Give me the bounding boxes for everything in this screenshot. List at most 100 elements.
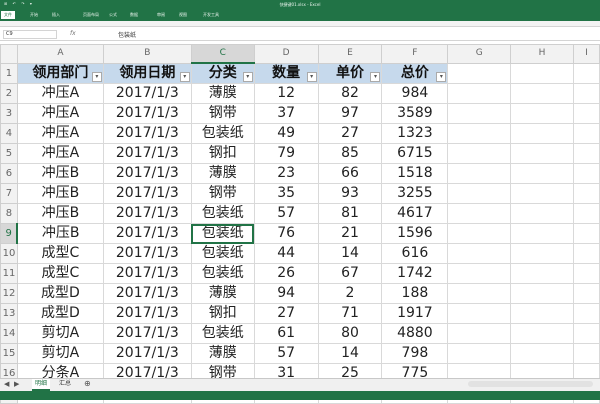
empty-cell[interactable]	[447, 243, 512, 264]
tab-home[interactable]: 开始	[30, 12, 38, 18]
table-cell[interactable]: 冲压B	[16, 203, 104, 224]
add-sheet-icon[interactable]: ⊕	[84, 379, 91, 388]
table-cell[interactable]: 80	[317, 323, 383, 344]
empty-cell[interactable]	[447, 283, 512, 304]
empty-cell[interactable]	[510, 62, 574, 84]
table-cell[interactable]: 35	[253, 183, 319, 204]
row-header[interactable]: 13	[0, 303, 18, 324]
column-header[interactable]: A	[16, 44, 104, 64]
empty-cell[interactable]	[510, 163, 574, 184]
table-cell[interactable]: 14	[317, 343, 383, 364]
table-cell[interactable]: 冲压A	[16, 83, 104, 104]
empty-cell[interactable]	[510, 243, 574, 264]
row-header[interactable]: 9	[0, 223, 19, 244]
table-cell[interactable]: 4880	[381, 323, 449, 344]
table-cell[interactable]: 薄膜	[190, 343, 255, 364]
table-cell[interactable]: 27	[253, 303, 319, 324]
table-cell[interactable]: 6715	[381, 143, 449, 164]
row-header[interactable]: 3	[0, 103, 18, 124]
table-cell[interactable]: 1596	[381, 223, 449, 244]
table-cell[interactable]: 2017/1/3	[102, 83, 192, 104]
empty-cell[interactable]	[572, 243, 600, 264]
empty-cell[interactable]	[510, 283, 574, 304]
table-cell[interactable]: 57	[253, 203, 319, 224]
table-cell[interactable]: 67	[317, 263, 383, 284]
empty-cell[interactable]	[510, 203, 574, 224]
table-cell[interactable]: 钢扣	[190, 303, 255, 324]
empty-cell[interactable]	[447, 103, 512, 124]
table-cell[interactable]: 1518	[381, 163, 449, 184]
fx-icon[interactable]: fx	[70, 30, 76, 37]
table-cell[interactable]: 61	[253, 323, 319, 344]
table-cell[interactable]: 188	[381, 283, 449, 304]
tab-review[interactable]: 审阅	[157, 12, 165, 18]
empty-cell[interactable]	[447, 123, 512, 144]
row-header[interactable]: 10	[0, 243, 18, 264]
table-header-cell[interactable]: 总价 ▾	[381, 62, 449, 84]
row-header[interactable]: 14	[0, 323, 18, 344]
row-header[interactable]: 4	[0, 123, 18, 144]
empty-cell[interactable]	[510, 183, 574, 204]
filter-dropdown-icon[interactable]: ▾	[436, 72, 447, 82]
table-cell[interactable]: 14	[317, 243, 383, 264]
row-header[interactable]: 5	[0, 143, 18, 164]
table-cell[interactable]: 12	[253, 83, 319, 104]
filter-dropdown-icon[interactable]: ▾	[306, 72, 317, 82]
table-cell[interactable]: 26	[253, 263, 319, 284]
table-cell[interactable]: 3589	[381, 103, 449, 124]
sheet-tab-huizong[interactable]: 汇总	[56, 379, 75, 389]
empty-cell[interactable]	[447, 223, 512, 244]
table-cell[interactable]: 钢带	[190, 103, 255, 124]
filter-dropdown-icon[interactable]: ▾	[370, 72, 381, 82]
empty-cell[interactable]	[510, 323, 574, 344]
table-cell[interactable]: 81	[317, 203, 383, 224]
empty-cell[interactable]	[510, 223, 574, 244]
row-header[interactable]: 7	[0, 183, 18, 204]
row-header[interactable]: 2	[0, 83, 18, 104]
table-cell[interactable]: 包装纸	[190, 223, 255, 244]
row-header[interactable]: 1	[0, 62, 18, 84]
table-cell[interactable]: 97	[317, 103, 383, 124]
row-header[interactable]: 11	[0, 263, 18, 284]
table-cell[interactable]: 冲压A	[16, 143, 104, 164]
row-header[interactable]: 6	[0, 163, 18, 184]
empty-cell[interactable]	[510, 103, 574, 124]
row-header[interactable]: 8	[0, 203, 18, 224]
empty-cell[interactable]	[572, 343, 600, 364]
formula-input[interactable]: 包装纸	[118, 30, 136, 39]
table-header-cell[interactable]: 数量 ▾	[253, 62, 319, 84]
empty-cell[interactable]	[510, 143, 574, 164]
column-header[interactable]: B	[102, 44, 192, 64]
table-cell[interactable]: 1742	[381, 263, 449, 284]
empty-cell[interactable]	[572, 303, 600, 324]
table-header-cell[interactable]: 分类 ▾	[190, 62, 255, 84]
empty-cell[interactable]	[572, 183, 600, 204]
table-cell[interactable]: 剪切A	[16, 323, 104, 344]
table-cell[interactable]: 616	[381, 243, 449, 264]
table-cell[interactable]: 57	[253, 343, 319, 364]
table-cell[interactable]: 93	[317, 183, 383, 204]
table-cell[interactable]: 2017/1/3	[102, 263, 192, 284]
table-cell[interactable]: 薄膜	[190, 83, 255, 104]
table-cell[interactable]: 1323	[381, 123, 449, 144]
table-cell[interactable]: 冲压B	[16, 183, 104, 204]
empty-cell[interactable]	[510, 83, 574, 104]
filter-dropdown-icon[interactable]: ▾	[91, 72, 102, 82]
row-header[interactable]: 15	[0, 343, 18, 364]
table-cell[interactable]: 冲压B	[16, 163, 104, 184]
empty-cell[interactable]	[572, 323, 600, 344]
table-cell[interactable]: 钢扣	[190, 143, 255, 164]
table-cell[interactable]: 2017/1/3	[102, 163, 192, 184]
empty-cell[interactable]	[572, 123, 600, 144]
table-cell[interactable]: 4617	[381, 203, 449, 224]
name-box[interactable]: C9	[3, 30, 57, 39]
table-cell[interactable]: 包装纸	[190, 263, 255, 284]
table-cell[interactable]: 成型D	[16, 283, 104, 304]
empty-cell[interactable]	[572, 83, 600, 104]
filter-dropdown-icon[interactable]: ▾	[179, 72, 190, 82]
table-cell[interactable]: 成型C	[16, 243, 104, 264]
table-cell[interactable]: 冲压B	[16, 223, 104, 244]
table-header-cell[interactable]: 领用日期 ▾	[102, 62, 192, 84]
table-cell[interactable]: 2017/1/3	[102, 143, 192, 164]
table-cell[interactable]: 包装纸	[190, 323, 255, 344]
